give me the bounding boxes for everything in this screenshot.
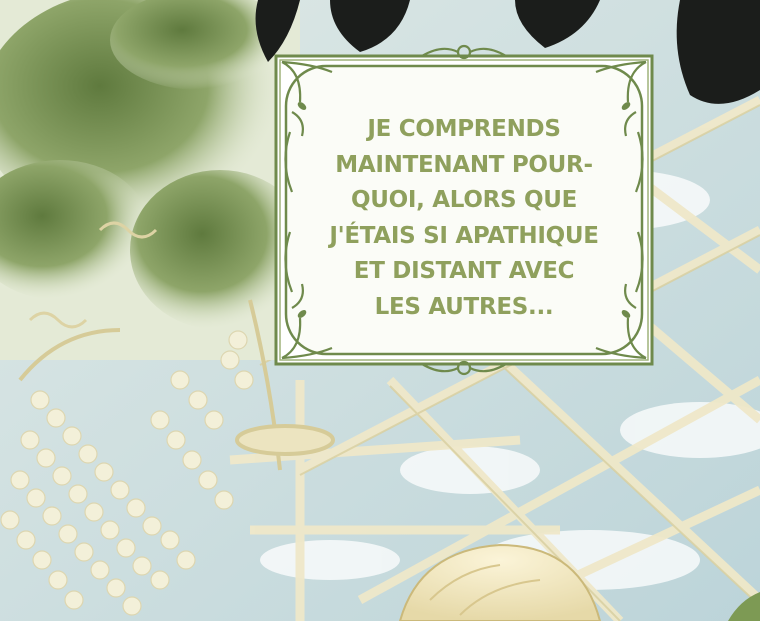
- caption-box: JE COMPRENDS MAINTENANT POUR- QUOI, ALOR…: [272, 42, 656, 378]
- caption-line: JE COMPRENDS: [367, 116, 561, 142]
- caption-text: JE COMPRENDS MAINTENANT POUR- QUOI, ALOR…: [296, 112, 632, 325]
- caption-line: ET DISTANT AVEC: [353, 258, 575, 284]
- caption-line: LES AUTRES...: [374, 293, 554, 320]
- caption-line: MAINTENANT POUR-: [335, 151, 593, 178]
- caption-line: J'ÉTAIS SI APATHIQUE: [329, 222, 599, 249]
- caption-line: QUOI, ALORS QUE: [351, 187, 577, 213]
- foliage: [0, 0, 310, 360]
